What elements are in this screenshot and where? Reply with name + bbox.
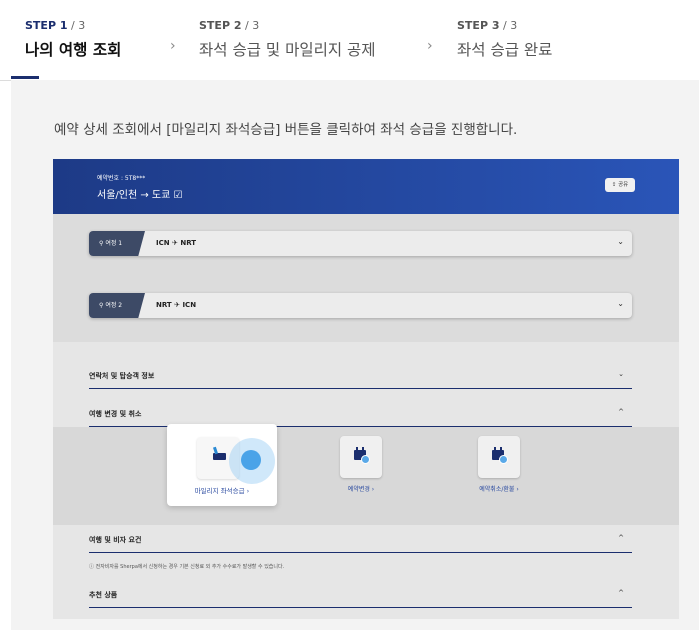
section-divider [89,607,632,608]
step-indicator: STEP 1 / 3 나의 여행 조회 › STEP 2 / 3 좌석 승급 및… [0,0,699,81]
change-icon-box [340,436,382,478]
step-3-total: / 3 [499,19,518,32]
section-label: 추천 상품 [89,591,118,599]
chevron-up-icon[interactable]: ^ [618,534,624,542]
seat-upgrade-icon [213,453,226,460]
reservation-detail-screenshot: 예약번호 : 5T8*** 서울/인천 → 도쿄 ☑ ⇪ 공유 ⚲ 여정 1 I… [53,159,679,619]
mileage-seat-upgrade-label: 마일리지 좌석승급 › [194,487,250,495]
chevron-right-icon: › [427,38,433,54]
recommended-products-section[interactable]: 추천 상품 ^ [89,582,632,608]
mileage-seat-upgrade-button[interactable]: 마일리지 좌석승급 › [167,424,277,506]
chevron-down-icon[interactable]: ⌄ [618,370,624,378]
visa-notice: ⓘ 전자비자를 Sherpa에서 신청하는 경우 기본 신청료 외 추가 수수료… [89,564,285,570]
contact-passenger-section[interactable]: 연락처 및 탑승객 정보 ⌄ [89,363,632,389]
share-button[interactable]: ⇪ 공유 [605,178,635,192]
section-label: 여행 변경 및 취소 [89,410,142,418]
tap-indicator-icon [229,438,275,484]
calendar-badge-icon [499,455,508,464]
section-label: 연락처 및 탑승객 정보 [89,372,155,380]
section-divider [89,388,632,389]
chevron-up-icon[interactable]: ^ [618,408,624,416]
section-divider [89,552,632,553]
chevron-right-icon: › [170,38,176,54]
step-1-number: STEP 1 [25,19,68,32]
reservation-header: 예약번호 : 5T8*** 서울/인천 → 도쿄 ☑ ⇪ 공유 [53,159,679,214]
active-step-underline [11,76,39,79]
reservation-cancel-refund-label: 예약취소/환불 › [479,486,519,493]
trip-2-route: NRT ✈ ICN [156,301,197,309]
trip-1-badge-label: 여정 1 [105,240,123,247]
chevron-down-icon[interactable]: ⌄ [617,299,624,308]
guide-panel: 예약 상세 조회에서 [마일리지 좌석승급] 버튼을 클릭하여 좌석 승급을 진… [11,80,699,630]
calendar-badge-icon [361,455,370,464]
trip-1-route: ICN ✈ NRT [156,239,197,247]
reservation-change-label: 예약변경 › [347,486,375,493]
step-1-total: / 3 [67,19,86,32]
reservation-number: 예약번호 : 5T8*** [97,175,146,182]
trip-2-accordion[interactable]: ⚲ 여정 2 NRT ✈ ICN ⌄ [89,293,632,318]
change-options-area: 마일리지 좌석승급 › 예약변경 › 예약취소/환불 › [53,424,679,525]
calendar-icon [492,447,508,464]
section-label: 여행 및 비자 요건 [89,536,142,544]
step-2-total: / 3 [241,19,260,32]
step-2-number: STEP 2 [199,19,242,32]
trip-1-accordion[interactable]: ⚲ 여정 1 ICN ✈ NRT ⌄ [89,231,632,256]
calendar-icon [354,447,370,464]
step-1-title: 나의 여행 조회 [25,41,122,59]
step-2-title: 좌석 승급 및 마일리지 공제 [199,41,376,59]
travel-visa-section[interactable]: 여행 및 비자 요건 ^ [89,527,632,553]
step-3-number: STEP 3 [457,19,500,32]
reservation-route: 서울/인천 → 도쿄 ☑ [97,190,183,201]
trip-2-badge-label: 여정 2 [105,302,123,309]
guide-description: 예약 상세 조회에서 [마일리지 좌석승급] 버튼을 클릭하여 좌석 승급을 진… [54,122,518,138]
step-3-title: 좌석 승급 완료 [457,41,553,59]
cancel-icon-box [478,436,520,478]
chevron-up-icon[interactable]: ^ [618,589,624,597]
trip-2-badge: ⚲ 여정 2 [89,293,145,318]
trip-1-badge: ⚲ 여정 1 [89,231,145,256]
chevron-down-icon[interactable]: ⌄ [617,237,624,246]
